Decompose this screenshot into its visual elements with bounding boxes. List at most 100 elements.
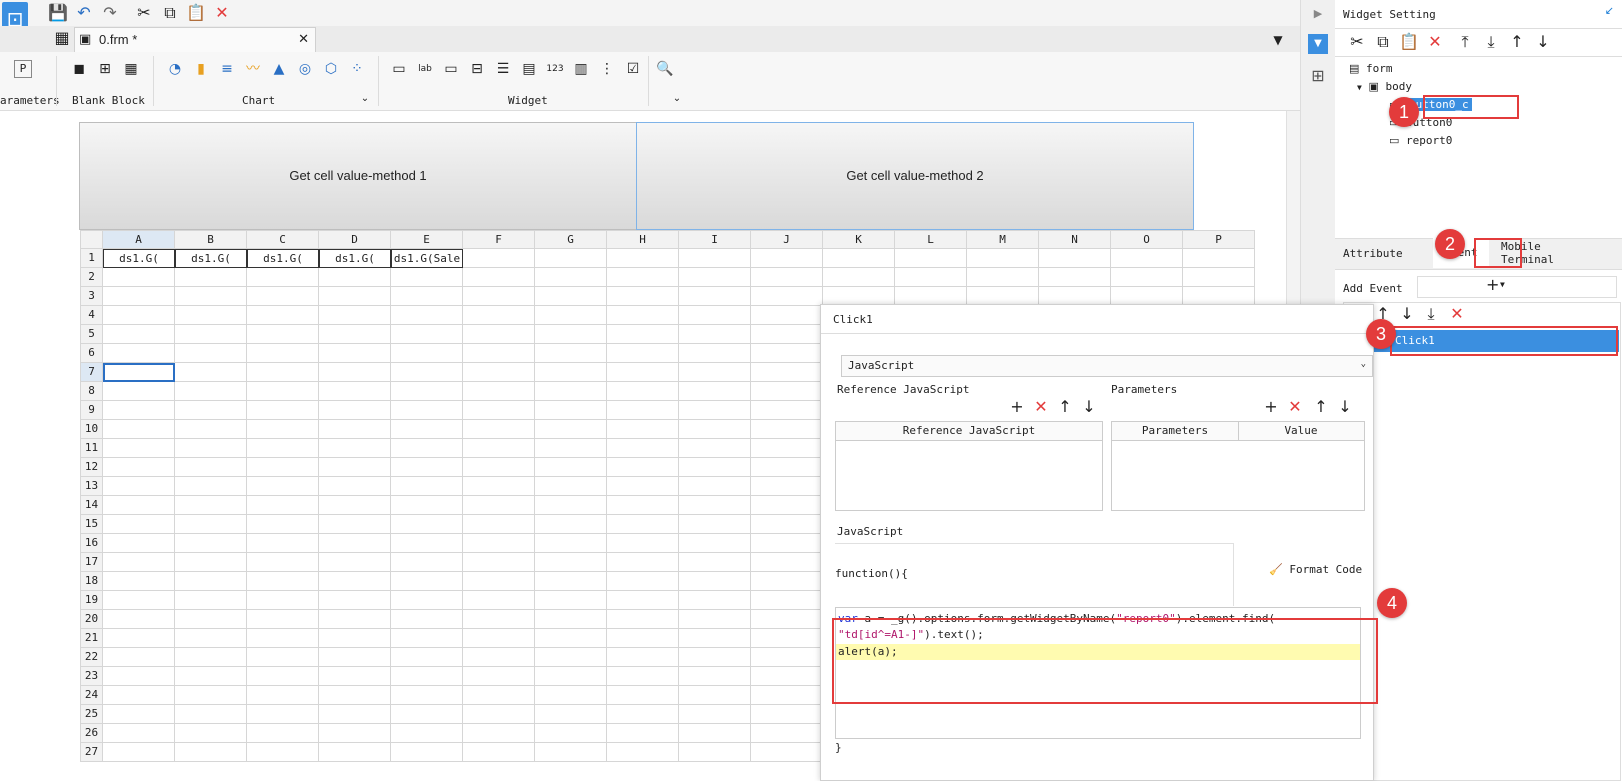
move-up-icon[interactable]: ↑	[1507, 32, 1527, 52]
grid-cell[interactable]	[679, 610, 751, 629]
grid-cell[interactable]	[607, 591, 679, 610]
grid-cell[interactable]	[319, 629, 391, 648]
grid-cell[interactable]	[391, 477, 463, 496]
grid-cell[interactable]	[175, 572, 247, 591]
grid-cell[interactable]	[895, 249, 967, 268]
grid-cell[interactable]	[895, 268, 967, 287]
grid-cell[interactable]	[103, 268, 175, 287]
grid-cell[interactable]	[175, 458, 247, 477]
grid-cell[interactable]	[535, 496, 607, 515]
column-header[interactable]: D	[319, 230, 391, 249]
cut-icon[interactable]: ✂	[1347, 32, 1367, 52]
grid-cell[interactable]	[751, 667, 823, 686]
grid-cell[interactable]	[103, 591, 175, 610]
grid-cell[interactable]	[463, 515, 535, 534]
date-widget-icon[interactable]: ▤	[520, 60, 538, 78]
grid-cell[interactable]	[679, 496, 751, 515]
parameter-icon[interactable]: P	[14, 60, 32, 78]
column-header[interactable]: L	[895, 230, 967, 249]
row-header[interactable]: 20	[80, 610, 103, 629]
cut-icon[interactable]: ✂	[134, 3, 154, 23]
grid-cell[interactable]	[175, 686, 247, 705]
grid-cell[interactable]	[751, 743, 823, 762]
grid-cell[interactable]	[607, 534, 679, 553]
move-top-icon[interactable]: ⤒	[1455, 32, 1475, 52]
ref-up-icon[interactable]: ↑	[1055, 397, 1075, 417]
grid-cell[interactable]	[535, 648, 607, 667]
grid-cell[interactable]	[103, 287, 175, 306]
grid-cell[interactable]	[247, 325, 319, 344]
grid-cell[interactable]	[175, 534, 247, 553]
grid-cell[interactable]	[319, 496, 391, 515]
grid-cell[interactable]	[607, 325, 679, 344]
collapse-arrow-icon[interactable]: ▶	[1308, 4, 1328, 24]
grid-cell[interactable]	[319, 515, 391, 534]
grid-cell[interactable]	[319, 268, 391, 287]
grid-cell[interactable]	[391, 534, 463, 553]
grid-cell[interactable]	[175, 382, 247, 401]
grid-cell[interactable]	[679, 401, 751, 420]
grid-cell[interactable]	[607, 686, 679, 705]
grid-cell[interactable]: ds1.G(	[175, 249, 247, 268]
grid-cell[interactable]	[679, 724, 751, 743]
grid-cell[interactable]	[607, 401, 679, 420]
grid-cell[interactable]	[679, 534, 751, 553]
grid-cell[interactable]	[175, 705, 247, 724]
grid-cell[interactable]	[607, 572, 679, 591]
grid-cell[interactable]	[103, 743, 175, 762]
grid-cell[interactable]	[535, 344, 607, 363]
grid-cell[interactable]	[247, 705, 319, 724]
grid-cell[interactable]	[391, 420, 463, 439]
grid-cell[interactable]	[607, 515, 679, 534]
grid-cell[interactable]	[247, 477, 319, 496]
row-header[interactable]: 1	[80, 249, 103, 268]
tree-form[interactable]: ▤ form	[1349, 62, 1393, 75]
grid-cell[interactable]	[679, 382, 751, 401]
grid-cell[interactable]	[679, 249, 751, 268]
scatter-chart-icon[interactable]: ⁘	[348, 60, 366, 78]
grid-cell[interactable]	[535, 268, 607, 287]
panel-pin-icon[interactable]: ↙	[1605, 4, 1614, 17]
hbar-chart-icon[interactable]: ≡	[218, 60, 236, 78]
column-header[interactable]: A	[103, 230, 175, 249]
grid-cell[interactable]	[319, 420, 391, 439]
grid-cell[interactable]	[319, 439, 391, 458]
row-header[interactable]: 18	[80, 572, 103, 591]
grid-cell[interactable]	[391, 382, 463, 401]
grid-cell[interactable]	[463, 496, 535, 515]
grid-cell[interactable]	[535, 439, 607, 458]
grid-cell[interactable]	[175, 344, 247, 363]
grid-cell[interactable]	[247, 439, 319, 458]
line-chart-icon[interactable]: 〰	[244, 60, 262, 78]
grid-cell[interactable]	[535, 249, 607, 268]
grid-cell[interactable]	[247, 287, 319, 306]
format-code-button[interactable]: 🧹 Format Code	[1269, 563, 1362, 576]
grid-cell[interactable]	[463, 477, 535, 496]
grid-cell[interactable]	[175, 667, 247, 686]
grid-cell[interactable]	[751, 629, 823, 648]
grid-cell[interactable]	[607, 743, 679, 762]
tree-item-report0[interactable]: ▭ report0	[1389, 134, 1452, 147]
radio-widget-icon[interactable]: ⋮	[598, 60, 616, 78]
grid-cell[interactable]	[175, 306, 247, 325]
grid-cell[interactable]	[607, 629, 679, 648]
column-header[interactable]: F	[463, 230, 535, 249]
grid-cell[interactable]	[463, 268, 535, 287]
column-header[interactable]: B	[175, 230, 247, 249]
grid-cell[interactable]	[391, 648, 463, 667]
row-header[interactable]: 2	[80, 268, 103, 287]
grid-cell[interactable]	[103, 477, 175, 496]
grid-cell[interactable]	[175, 268, 247, 287]
grid-cell[interactable]	[391, 743, 463, 762]
grid-cell[interactable]	[319, 724, 391, 743]
row-header[interactable]: 4	[80, 306, 103, 325]
grid-cell[interactable]	[679, 306, 751, 325]
checkbox-widget-icon[interactable]: ☑	[624, 60, 642, 78]
grid-cell[interactable]	[247, 515, 319, 534]
grid-cell[interactable]	[751, 458, 823, 477]
param-down-icon[interactable]: ↓	[1335, 397, 1355, 417]
area-chart-icon[interactable]: ▲	[270, 60, 288, 78]
row-header[interactable]: 23	[80, 667, 103, 686]
grid-cell[interactable]	[751, 306, 823, 325]
grid-cell[interactable]	[463, 363, 535, 382]
